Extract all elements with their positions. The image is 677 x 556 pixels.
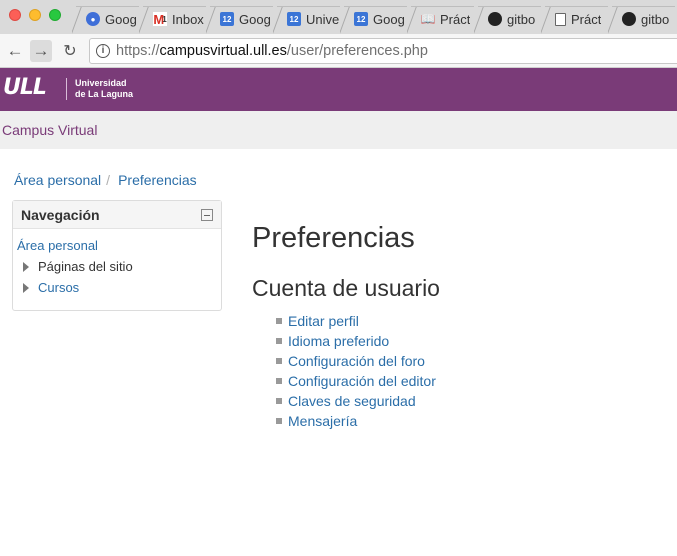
list-item: Configuración del editor [276, 371, 436, 391]
institution-line-1: Universidad [75, 78, 127, 88]
tab-practica-book[interactable]: 📖 Práct [407, 4, 474, 34]
arrow-left-icon: ← [6, 41, 24, 60]
site-navbar: Campus Virtual [0, 111, 677, 149]
tab-calendar-university[interactable]: 12 Unive [273, 4, 340, 34]
list-item: Configuración del foro [276, 351, 436, 371]
claves-seguridad-link[interactable]: Claves de seguridad [288, 393, 416, 409]
site-header: ULL Universidad de La Laguna [0, 68, 677, 111]
tab-label: Goog [105, 11, 137, 27]
google-account-icon: ● [86, 12, 100, 26]
navigation-block: Navegación Área personal Páginas del sit… [12, 200, 222, 311]
bullet-icon [276, 358, 282, 364]
expand-triangle-icon[interactable] [23, 261, 29, 272]
url-path: /user/preferences.php [286, 43, 428, 59]
address-bar[interactable]: i https://campusvirtual.ull.es/user/pref… [89, 38, 677, 64]
gmail-icon: M1 [153, 11, 167, 27]
expand-triangle-icon[interactable] [23, 282, 29, 293]
configuracion-editor-link[interactable]: Configuración del editor [288, 373, 436, 389]
book-icon: 📖 [420, 12, 436, 26]
navigation-block-body: Área personal Páginas del sitio Cursos [13, 229, 221, 304]
preferences-list: Editar perfil Idioma preferido Configura… [276, 311, 436, 431]
section-title: Cuenta de usuario [252, 275, 440, 301]
idioma-preferido-link[interactable]: Idioma preferido [288, 333, 389, 349]
forward-button[interactable]: → [30, 40, 52, 62]
nav-item-area-personal: Área personal [17, 235, 217, 256]
bullet-icon [276, 398, 282, 404]
tab-calendar-google[interactable]: 12 Goog [340, 4, 407, 34]
tab-label: Unive [306, 11, 340, 27]
bullet-icon [276, 418, 282, 424]
campus-virtual-link[interactable]: Campus Virtual [2, 122, 97, 138]
github-icon [488, 12, 502, 26]
logo-divider [66, 78, 67, 100]
tab-label: Goog [373, 11, 405, 27]
institution-line-2: de La Laguna [75, 89, 134, 99]
navigation-block-header: Navegación [13, 201, 221, 229]
breadcrumb-separator: / [106, 172, 111, 188]
tab-label: Práct [571, 11, 602, 27]
tab-label: Práct [440, 11, 471, 27]
back-button[interactable]: ← [4, 40, 26, 62]
bullet-icon [276, 338, 282, 344]
breadcrumb: Área personal / Preferencias [14, 172, 197, 188]
list-item: Claves de seguridad [276, 391, 436, 411]
list-item: Mensajería [276, 411, 436, 431]
tab-label: gitbo [641, 11, 670, 27]
nav-label-paginas-del-sitio[interactable]: Páginas del sitio [38, 259, 133, 274]
reload-button[interactable]: ↻ [59, 40, 81, 62]
arrow-right-icon: → [32, 41, 50, 60]
editar-perfil-link[interactable]: Editar perfil [288, 313, 359, 329]
tab-gitbook-2[interactable]: gitbo [608, 4, 675, 34]
list-item: Editar perfil [276, 311, 436, 331]
tab-label: gitbo [507, 11, 536, 27]
reload-icon: ↻ [63, 43, 77, 60]
tab-google-account[interactable]: ● Goog [72, 4, 139, 34]
nav-item-cursos[interactable]: Cursos [17, 277, 217, 298]
collapse-icon[interactable] [201, 208, 213, 221]
page-title: Preferencias [252, 222, 415, 254]
breadcrumb-preferencias[interactable]: Preferencias [118, 172, 197, 188]
breadcrumb-area-personal[interactable]: Área personal [14, 172, 101, 188]
minimize-window-button[interactable] [29, 9, 41, 21]
nav-link-area-personal[interactable]: Área personal [17, 238, 98, 253]
calendar-icon: 12 [220, 12, 234, 26]
close-window-button[interactable] [9, 9, 21, 21]
info-icon[interactable]: i [96, 44, 110, 58]
ull-logo[interactable]: ULL [3, 77, 47, 99]
url-scheme: https:// [116, 43, 160, 59]
url-host: campusvirtual.ull.es [159, 43, 287, 59]
browser-toolbar: ← → ↻ i https://campusvirtual.ull.es/use… [0, 34, 677, 68]
tab-label: Goog [239, 11, 271, 27]
tab-list: ● Goog M1 Inbox 12 Goog 12 Unive 12 Goog… [72, 4, 675, 34]
document-icon [555, 12, 566, 26]
bullet-icon [276, 378, 282, 384]
tab-label: Inbox [172, 11, 204, 27]
zoom-window-button[interactable] [49, 9, 61, 21]
navigation-block-title: Navegación [21, 206, 100, 223]
unread-badge: 1 [162, 14, 167, 24]
calendar-icon: 12 [287, 12, 301, 26]
tab-inbox[interactable]: M1 Inbox [139, 4, 206, 34]
tab-practica-doc[interactable]: Práct [541, 4, 608, 34]
nav-link-cursos[interactable]: Cursos [38, 280, 79, 295]
configuracion-foro-link[interactable]: Configuración del foro [288, 353, 425, 369]
browser-tab-strip: ● Goog M1 Inbox 12 Goog 12 Unive 12 Goog… [0, 0, 677, 34]
list-item: Idioma preferido [276, 331, 436, 351]
institution-name: Universidad de La Laguna [75, 78, 133, 100]
tab-gitbook[interactable]: gitbo [474, 4, 541, 34]
github-icon [622, 12, 636, 26]
tab-calendar[interactable]: 12 Goog [206, 4, 273, 34]
mensajeria-link[interactable]: Mensajería [288, 413, 357, 429]
bullet-icon [276, 318, 282, 324]
nav-item-paginas-del-sitio[interactable]: Páginas del sitio [17, 256, 217, 277]
calendar-icon: 12 [354, 12, 368, 26]
